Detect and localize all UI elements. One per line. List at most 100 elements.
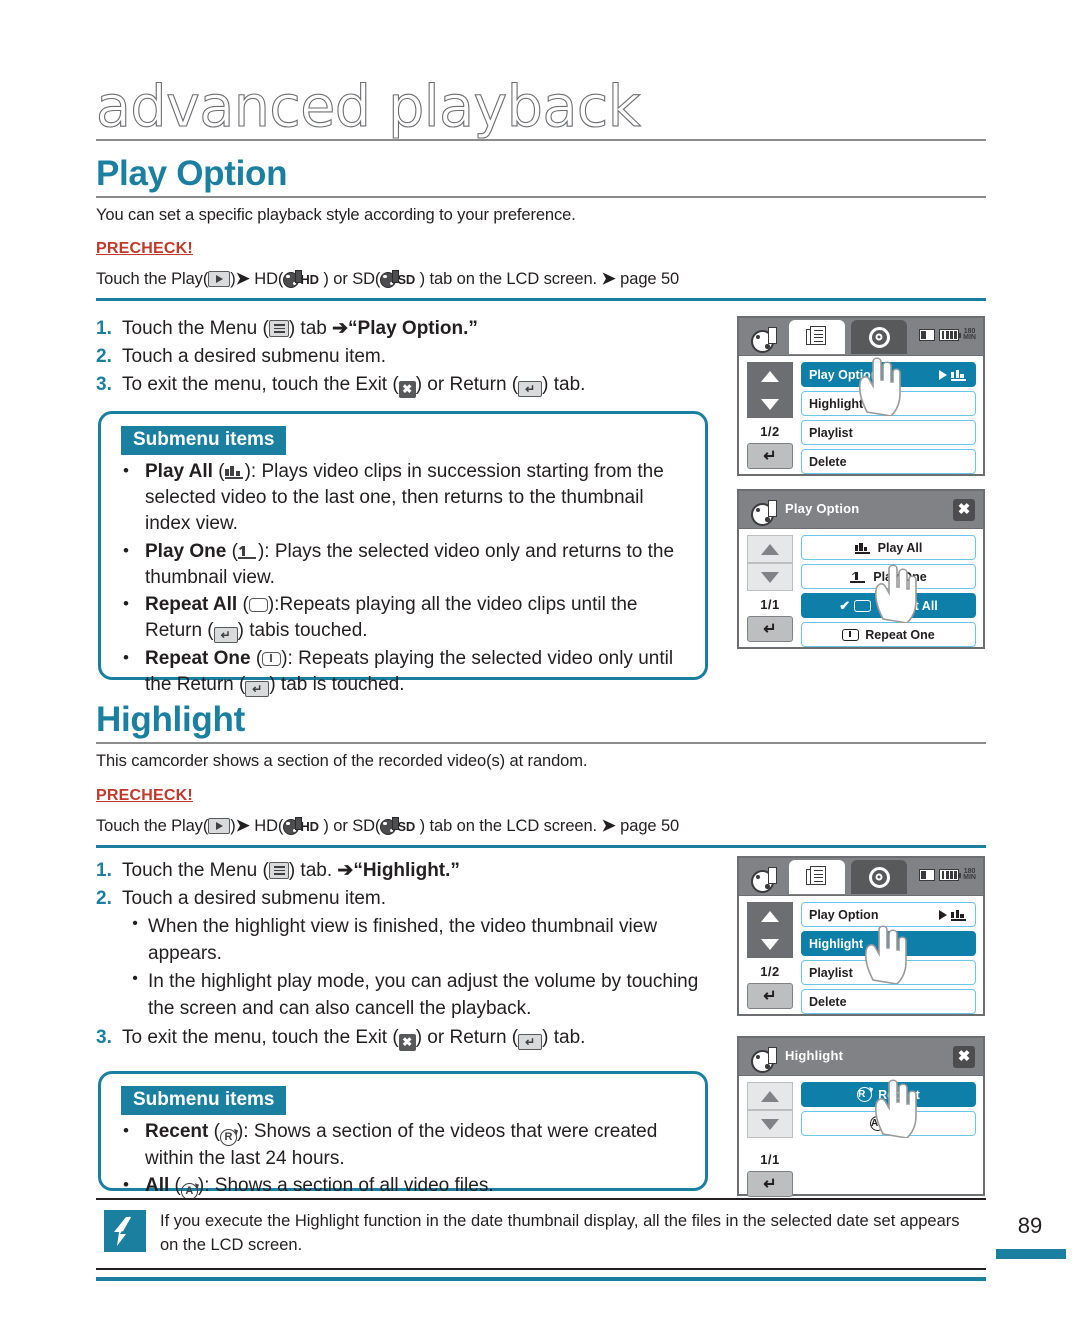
steps-list-1: 1. Touch the Menu () tab ➔“Play Option.”…: [96, 315, 716, 399]
submenu-item-desc: Shows a section of all video files.: [214, 1175, 494, 1197]
menu-row-right: [939, 909, 968, 921]
note-pen-icon: [104, 1210, 146, 1252]
menu-row-play-option[interactable]: Play Option: [801, 902, 976, 927]
play-one-icon: [850, 571, 867, 583]
bullet: •: [123, 594, 129, 614]
menu-icon: [268, 862, 289, 879]
repeat-one-icon: [262, 651, 282, 666]
lcd-screen-highlight-submenu[interactable]: Highlight ✖ 1/1 ↵ R Recent A All: [737, 1036, 985, 1197]
hd-reel-icon: [283, 270, 303, 288]
step-number: 2.: [96, 346, 112, 368]
submenu-box-highlight: Submenu items • Recent (R): Shows a secti…: [98, 1071, 708, 1201]
footer-divider: [96, 1277, 986, 1281]
close-icon[interactable]: ✖: [953, 499, 975, 521]
submenu-row-play-all[interactable]: Play All: [801, 535, 976, 560]
all-icon: A: [870, 1116, 885, 1131]
sd-label-1: SD: [397, 272, 416, 287]
lcd-title-bar: Play Option ✖: [739, 491, 983, 529]
reel-badge: [747, 1044, 781, 1073]
page-arrow-icon-1: ➤: [601, 269, 616, 288]
submenu-item: • Play One (): Plays the selected video o…: [123, 539, 687, 591]
submenu-item-list: • Play All (): Plays video clips in succe…: [101, 459, 705, 711]
note-text: If you execute the Highlight function in…: [160, 1212, 960, 1254]
precheck-text-1a: Touch the Play(: [96, 270, 209, 288]
reel-tab[interactable]: [747, 864, 781, 893]
step-text: Touch the Menu () tab. ➔“Highlight.”: [122, 857, 716, 884]
steps-list-2: 1. Touch the Menu () tab. ➔“Highlight.” …: [96, 857, 716, 1052]
film-reel-icon: [751, 867, 777, 893]
lcd-body: 1/2 ↵ Play Option Highlight Playlist Del…: [739, 896, 983, 1016]
step-row: 3. To exit the menu, touch the Exit (✖) …: [96, 371, 716, 399]
menu-row-delete[interactable]: Delete: [801, 989, 976, 1014]
reel-tab[interactable]: [747, 324, 781, 353]
bullet: •: [123, 1175, 129, 1195]
repeat-all-icon: [854, 599, 872, 612]
lcd-screen-highlight-menu[interactable]: 180 MIN 1/2 ↵ Play Option Highlight Playl…: [737, 856, 985, 1016]
play-all-icon: [224, 464, 245, 479]
lcd-screen-play-option-menu[interactable]: 180 MIN 1/2 ↵ Play Option Highlight Playl…: [737, 316, 985, 476]
scroll-down-button[interactable]: [747, 930, 793, 958]
menu-row-playlist[interactable]: Playlist: [801, 960, 976, 985]
return-button[interactable]: ↵: [747, 443, 793, 469]
close-icon[interactable]: ✖: [953, 1046, 975, 1068]
menu-row-right: [939, 369, 968, 381]
battery-icon: [939, 869, 962, 881]
submenu-row-play-one[interactable]: Play One: [801, 564, 976, 589]
play-one-icon: [237, 544, 258, 559]
settings-tab[interactable]: [851, 860, 907, 894]
submenu-row-repeat-all[interactable]: ✔ Repeat All: [801, 593, 976, 618]
bullet: •: [123, 461, 129, 480]
scroll-up-button[interactable]: [747, 535, 793, 563]
submenu-box-title: Submenu items: [121, 426, 287, 455]
settings-tab[interactable]: [851, 320, 907, 354]
bullet: •: [132, 915, 138, 933]
step-text: To exit the menu, touch the Exit (✖) or …: [122, 1024, 716, 1051]
menu-row-label: Playlist: [809, 965, 853, 980]
precheck-text-1d: ) or SD(: [318, 270, 381, 288]
submenu-item-text: Play One (): Plays the selected video on…: [145, 540, 675, 588]
step-text-mid: ) tab.: [288, 860, 338, 881]
page-number: 89: [1017, 1213, 1043, 1238]
gear-icon: [868, 866, 890, 888]
menu-row-delete[interactable]: Delete: [801, 449, 976, 474]
recent-icon: R: [857, 1087, 873, 1102]
scroll-up-button[interactable]: [747, 902, 793, 930]
exit-icon: ✖: [398, 1033, 416, 1051]
scroll-up-button[interactable]: [747, 1082, 793, 1110]
submenu-row-all[interactable]: A All: [801, 1111, 976, 1136]
submenu-item-desc: Shows a section of the videos that were …: [145, 1121, 658, 1169]
menu-row-playlist[interactable]: Playlist: [801, 420, 976, 445]
lcd-tab-bar: 180 MIN: [739, 858, 983, 896]
lcd-title-bar: Highlight ✖: [739, 1038, 983, 1076]
record-time-remaining: 180 MIN: [963, 868, 976, 881]
battery-icon: [939, 329, 962, 341]
play-all-icon: [951, 369, 968, 381]
scroll-down-button[interactable]: [747, 1110, 793, 1138]
menu-tab[interactable]: [789, 860, 845, 894]
arrow-icon: ➤: [235, 269, 250, 288]
step-number: 1.: [96, 318, 112, 339]
step-text-pre: To exit the menu, touch the Exit (: [122, 1026, 399, 1048]
lcd-screen-play-option-submenu[interactable]: Play Option ✖ 1/1 ↵ Play All Play One ✔ R…: [737, 489, 985, 649]
menu-row-label: Delete: [809, 454, 847, 469]
menu-tab[interactable]: [789, 320, 845, 354]
step-text: Touch a desired submenu item.: [122, 888, 387, 910]
submenu-row-repeat-one[interactable]: Repeat One: [801, 622, 976, 647]
submenu-item-text: Recent (R): Shows a section of the video…: [145, 1121, 658, 1169]
submenu-item-name: Repeat One: [145, 647, 251, 669]
menu-rows: Play Option Highlight Playlist Delete: [801, 362, 976, 478]
section-heading-play-option: Play Option: [96, 154, 288, 193]
submenu-row-recent[interactable]: R Recent: [801, 1082, 976, 1107]
return-button[interactable]: ↵: [747, 616, 793, 642]
scroll-up-button[interactable]: [747, 362, 793, 390]
lcd-body: 1/2 ↵ Play Option Highlight Playlist Del…: [739, 356, 983, 476]
film-reel-icon: [751, 327, 777, 353]
menu-row-highlight[interactable]: Highlight: [801, 391, 976, 416]
scroll-down-button[interactable]: [747, 563, 793, 591]
menu-row-highlight[interactable]: Highlight: [801, 931, 976, 956]
return-button[interactable]: ↵: [747, 983, 793, 1009]
hd-label-2: HD: [300, 819, 319, 834]
scroll-down-button[interactable]: [747, 390, 793, 418]
menu-row-play-option[interactable]: Play Option: [801, 362, 976, 387]
return-button[interactable]: ↵: [747, 1171, 793, 1197]
